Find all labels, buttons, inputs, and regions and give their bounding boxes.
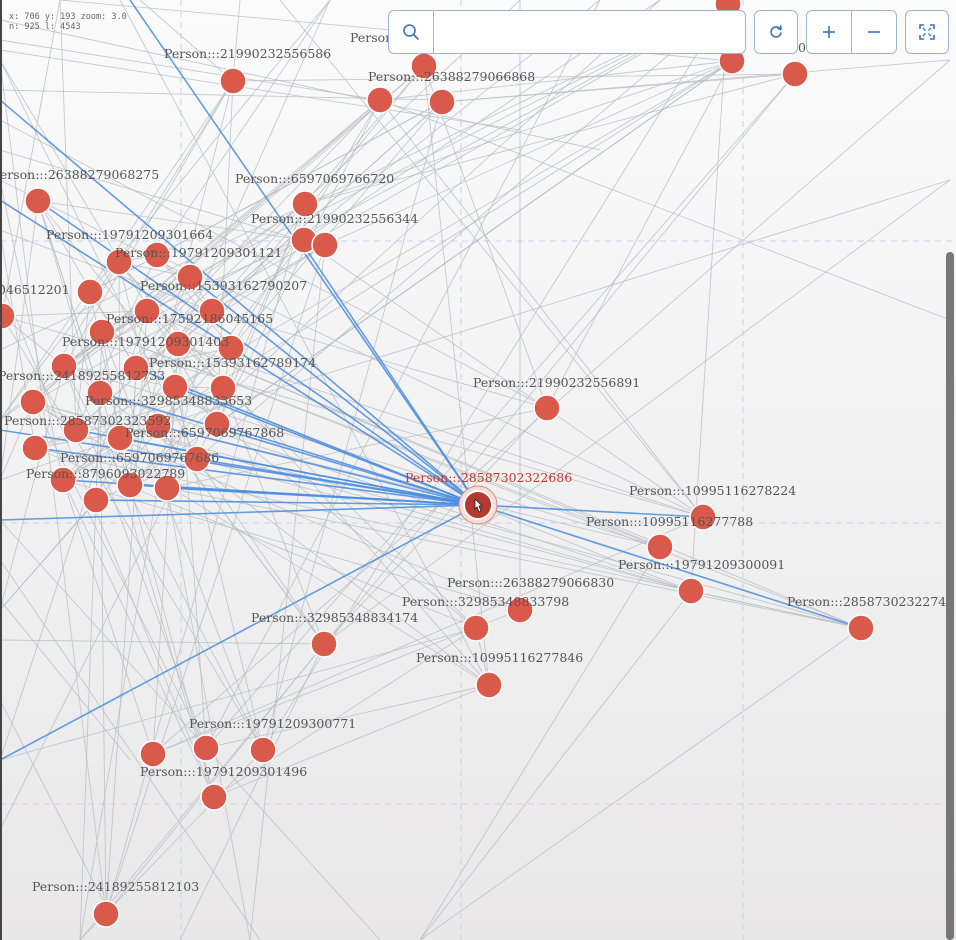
graph-node[interactable] [19,388,47,416]
graph-node[interactable] [847,614,875,642]
graph-node[interactable] [82,486,110,514]
graph-node[interactable] [533,394,561,422]
node-label: Person:::32985348834174 [251,610,418,625]
debug-coords: x: 706 y: 193 zoom: 3.0 [9,12,127,22]
graph-node[interactable] [462,614,490,642]
node-label: Person:::19791209301664 [46,227,213,242]
window-left-border [0,0,2,940]
node-label: Person:::10995116278224 [629,483,796,498]
graph-node[interactable] [677,577,705,605]
graph-node[interactable] [310,630,338,658]
refresh-button[interactable] [754,10,798,54]
node-label: Person:::15393162789174 [149,355,316,370]
node-label: Person:::28587302322741 [787,594,954,609]
graph-node[interactable] [249,736,277,764]
graph-node[interactable] [192,734,220,762]
node-label: Person:::24189255812103 [32,879,199,894]
graph-node[interactable] [21,434,49,462]
node-label: Person:::10995116277788 [586,514,753,529]
graph-node[interactable] [428,88,456,116]
fullscreen-icon [919,24,935,40]
debug-counts: n: 925 l: 4543 [9,22,81,32]
graph-node[interactable] [24,187,52,215]
debug-overlay: x: 706 y: 193 zoom: 3.0 n: 925 l: 4543 [9,12,127,32]
node-label: Person:::10995116277846 [416,650,583,665]
graph-node[interactable] [92,900,120,928]
node-label: Person:::26388279066868 [368,69,535,84]
zoom-in-button[interactable] [807,11,851,53]
refresh-icon [770,25,782,38]
plus-icon [823,26,835,38]
node-label: Person:::24189255812733 [0,368,165,383]
node-label: Person:::19791209301121 [115,245,282,260]
search-box [388,10,746,54]
search-input[interactable] [434,11,745,53]
node-label: Person:::32985348833653 [85,393,252,408]
scrollbar[interactable] [946,252,954,940]
graph-node[interactable] [200,783,228,811]
node-label: Person:::6597069767868 [125,425,284,440]
graph-canvas[interactable]: Person:::21990232556586Person:::26388279… [0,0,956,940]
node-label: Person:::15393162790207 [140,278,307,293]
zoom-out-button[interactable] [851,11,896,53]
node-label: Person:::19791209301496 [140,764,307,779]
graph-node[interactable] [219,67,247,95]
node-label: Person:::26388279068275 [0,167,159,182]
node-label: Person:::6597069767686 [60,450,219,465]
node-label: Person:::6597069766720 [235,171,394,186]
node-label: Person:::21990232556586 [164,46,331,61]
node-label: Person:::26388279066830 [447,575,614,590]
node-label: Person:::19791209301403 [62,334,229,349]
graph-toolbar [388,10,949,56]
graph-node[interactable] [366,86,394,114]
node-label: Person:::19791209300771 [189,716,356,731]
search-button[interactable] [389,11,434,53]
fullscreen-button[interactable] [905,10,949,54]
graph-node[interactable] [311,231,339,259]
search-icon [403,24,419,40]
node-label: Person:::32985348833798 [402,594,569,609]
node-label: Person:::21990232556891 [473,375,640,390]
graph-node[interactable] [781,60,809,88]
minus-icon [868,31,880,33]
graph-node[interactable] [475,671,503,699]
node-label-clipped: Person [350,30,393,45]
node-label: Person:::19791209300091 [618,557,785,572]
node-label: Person:::21990232556344 [251,211,418,226]
node-label-clipped: 046512201 [0,282,70,297]
zoom-controls [806,10,897,54]
graph-node[interactable] [76,278,104,306]
selected-node-label: Person:::28587302322686 [405,470,572,485]
node-label: Person:::17592186045165 [106,311,273,326]
node-label: Person:::8796093022789 [26,466,185,481]
